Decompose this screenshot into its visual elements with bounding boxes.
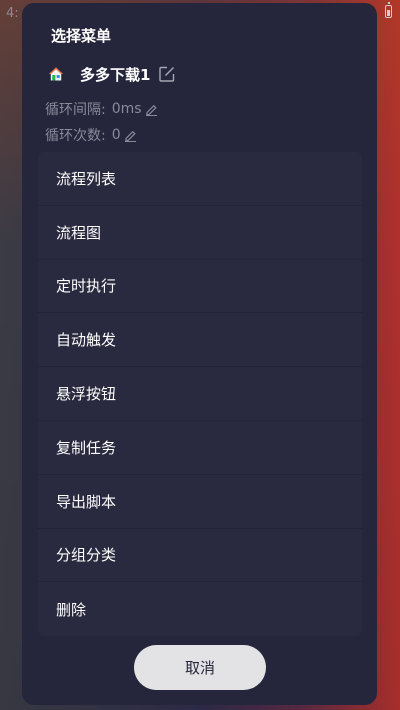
menu-item-auto-trigger[interactable]: 自动触发	[38, 313, 362, 368]
cancel-button[interactable]: 取消	[134, 645, 266, 690]
select-menu-dialog: 选择菜单 多多下载1 循环间隔: 0ms 循环次数: 0 流程列表 流程图 定时…	[22, 3, 377, 705]
loop-count-row[interactable]: 循环次数: 0	[45, 125, 137, 145]
pencil-icon[interactable]	[124, 129, 137, 142]
dialog-title: 选择菜单	[51, 27, 112, 45]
battery-icon	[385, 2, 392, 18]
loop-count-value: 0	[111, 127, 121, 143]
menu-item-delete[interactable]: 删除	[38, 582, 362, 636]
menu-item-flowchart[interactable]: 流程图	[38, 206, 362, 260]
loop-count-label: 循环次数:	[45, 128, 106, 144]
menu-item-floating-button[interactable]: 悬浮按钮	[38, 367, 362, 421]
menu-item-process-list[interactable]: 流程列表	[38, 152, 362, 206]
menu-item-group-category[interactable]: 分组分类	[38, 529, 362, 583]
menu-item-export-script[interactable]: 导出脚本	[38, 475, 362, 529]
status-time: 4:	[6, 6, 19, 21]
task-name: 多多下载1	[80, 65, 151, 84]
menu-list: 流程列表 流程图 定时执行 自动触发 悬浮按钮 复制任务 导出脚本 分组分类 删…	[38, 152, 362, 636]
home-icon	[49, 67, 63, 81]
menu-item-copy-task[interactable]: 复制任务	[38, 421, 362, 475]
loop-interval-value: 0ms	[111, 101, 142, 117]
loop-interval-row[interactable]: 循环间隔: 0ms	[45, 99, 158, 119]
pencil-icon[interactable]	[145, 103, 158, 116]
task-row: 多多下载1	[48, 63, 176, 85]
screen: 4: 选择菜单 多多下载1 循环间隔: 0ms 循环次数: 0 流程列表 流程图…	[0, 0, 400, 710]
menu-item-scheduled-run[interactable]: 定时执行	[38, 260, 362, 314]
edit-icon[interactable]	[158, 65, 176, 83]
loop-interval-label: 循环间隔:	[45, 102, 106, 118]
